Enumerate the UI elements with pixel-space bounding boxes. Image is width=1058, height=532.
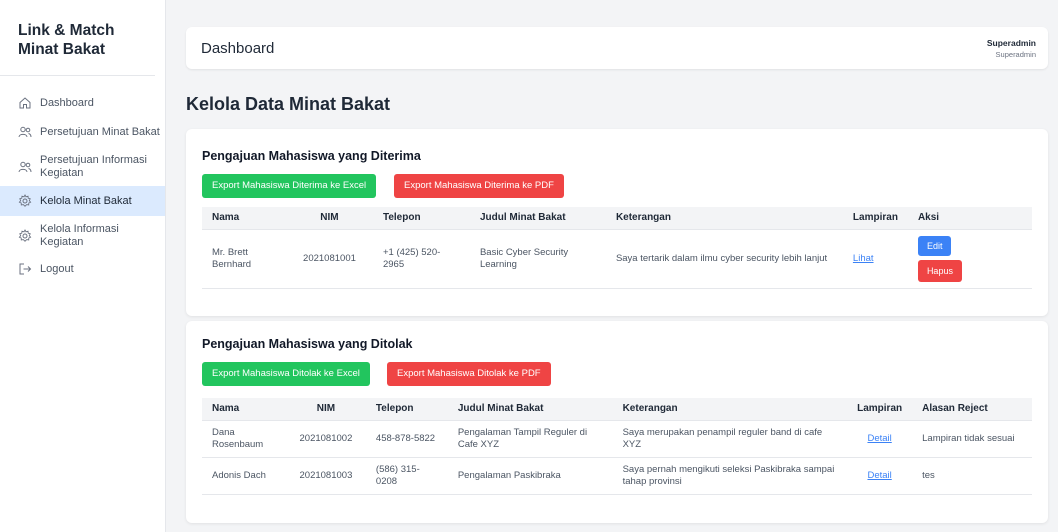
cell-nim: 2021081001	[285, 229, 373, 289]
cell-aksi: Edit Hapus	[907, 229, 1032, 289]
column-header: NIM	[285, 207, 373, 230]
column-header: Telepon	[365, 398, 448, 421]
column-header: Judul Minat Bakat	[469, 207, 606, 230]
export-rejected-pdf-button[interactable]: Export Mahasiswa Ditolak ke PDF	[387, 362, 551, 386]
gear-icon	[18, 194, 32, 208]
accepted-section: Pengajuan Mahasiswa yang Diterima Export…	[186, 129, 1048, 316]
column-header: Lampiran	[847, 398, 913, 421]
cell-alasan-reject: Lampiran tidak sesuai	[912, 420, 1032, 458]
cell-keterangan: Saya tertarik dalam ilmu cyber security …	[605, 229, 843, 289]
brand-line-1: Link & Match	[18, 22, 115, 39]
home-icon	[18, 96, 32, 110]
cell-telepon: 458-878-5822	[365, 420, 448, 458]
export-rejected-excel-button[interactable]: Export Mahasiswa Ditolak ke Excel	[202, 362, 370, 386]
sidebar-item-label: Kelola Informasi Kegiatan	[40, 223, 119, 248]
cell-judul: Pengalaman Paskibraka	[447, 457, 613, 495]
sidebar-item-persetujuan-minat-bakat[interactable]: Persetujuan Minat Bakat	[0, 116, 165, 148]
cell-judul: Pengalaman Tampil Reguler di Cafe XYZ	[447, 420, 613, 458]
sidebar-item-label: Logout	[40, 262, 74, 275]
cell-judul: Basic Cyber Security Learning	[469, 229, 606, 289]
cell-nim: 2021081002	[285, 420, 366, 458]
header-title: Dashboard	[201, 40, 275, 57]
cell-lampiran: Detail	[847, 457, 913, 495]
table-row: Dana Rosenbaum 2021081002 458-878-5822 P…	[202, 420, 1032, 458]
export-accepted-excel-button[interactable]: Export Mahasiswa Diterima ke Excel	[202, 174, 377, 198]
column-header: Nama	[202, 207, 286, 230]
cell-nama: Dana Rosenbaum	[202, 420, 286, 458]
top-header: Dashboard Superadmin Superadmin	[186, 27, 1048, 69]
accepted-table: Nama NIM Telepon Judul Minat Bakat Keter…	[202, 207, 1032, 289]
sidebar-item-persetujuan-informasi-kegiatan[interactable]: Persetujuan Informasi Kegiatan	[0, 148, 165, 186]
users-icon	[18, 160, 32, 174]
accepted-section-title: Pengajuan Mahasiswa yang Diterima	[202, 149, 421, 163]
logout-icon	[18, 262, 32, 276]
column-header: Lampiran	[842, 207, 908, 230]
cell-lampiran: Lihat	[842, 229, 908, 289]
table-header-row: Nama NIM Telepon Judul Minat Bakat Keter…	[202, 207, 1032, 230]
export-accepted-pdf-button[interactable]: Export Mahasiswa Diterima ke PDF	[394, 174, 564, 198]
sidebar-item-label: Kelola Minat Bakat	[40, 194, 132, 207]
rejected-section-title: Pengajuan Mahasiswa yang Ditolak	[202, 337, 413, 351]
user-name: Superadmin	[986, 38, 1036, 48]
table-row: Adonis Dach 2021081003 (586) 315-0208 Pe…	[202, 457, 1032, 495]
detail-link[interactable]: Detail	[867, 433, 891, 444]
user-role: Superadmin	[995, 50, 1036, 59]
table-header-row: Nama NIM Telepon Judul Minat Bakat Keter…	[202, 398, 1032, 421]
users-icon	[18, 125, 32, 139]
sidebar-item-label: Dashboard	[40, 96, 94, 109]
cell-telepon: +1 (425) 520-2965	[372, 229, 470, 289]
cell-alasan-reject: tes	[912, 457, 1032, 495]
sidebar-item-label: Persetujuan Minat Bakat	[40, 125, 160, 138]
column-header: Telepon	[372, 207, 470, 230]
detail-link[interactable]: Detail	[867, 470, 891, 481]
page-title: Kelola Data Minat Bakat	[186, 94, 391, 114]
user-profile[interactable]: Superadmin Superadmin	[987, 38, 1036, 59]
column-header: Keterangan	[605, 207, 843, 230]
column-header: Alasan Reject	[912, 398, 1032, 421]
rejected-table: Nama NIM Telepon Judul Minat Bakat Keter…	[202, 398, 1032, 495]
brand-logo[interactable]: Link & Match Minat Bakat	[0, 0, 155, 76]
cell-lampiran: Detail	[847, 420, 913, 458]
gear-icon	[18, 229, 32, 243]
column-header: NIM	[285, 398, 366, 421]
cell-telepon: (586) 315-0208	[365, 457, 448, 495]
column-header: Judul Minat Bakat	[447, 398, 613, 421]
sidebar-item-kelola-informasi-kegiatan[interactable]: Kelola Informasi Kegiatan	[0, 216, 165, 256]
sidebar-item-label: Persetujuan Informasi Kegiatan	[40, 154, 147, 179]
sidebar: Link & Match Minat Bakat Dashboard Perse…	[0, 0, 166, 532]
column-header: Keterangan	[612, 398, 848, 421]
hapus-button[interactable]: Hapus	[917, 259, 962, 282]
column-header: Aksi	[907, 207, 1032, 230]
rejected-section: Pengajuan Mahasiswa yang Ditolak Export …	[186, 321, 1048, 523]
cell-keterangan: Saya merupakan penampil reguler band di …	[612, 420, 848, 458]
cell-nama: Mr. Brett Bernhard	[202, 229, 286, 289]
cell-nim: 2021081003	[285, 457, 366, 495]
sidebar-item-logout[interactable]: Logout	[0, 256, 165, 282]
sidebar-item-dashboard[interactable]: Dashboard	[0, 90, 165, 116]
cell-nama: Adonis Dach	[202, 457, 286, 495]
edit-button[interactable]: Edit	[917, 235, 952, 256]
table-row: Mr. Brett Bernhard 2021081001 +1 (425) 5…	[202, 229, 1032, 289]
lihat-link[interactable]: Lihat	[853, 253, 874, 264]
sidebar-nav: Dashboard Persetujuan Minat Bakat Perset…	[0, 76, 165, 282]
cell-keterangan: Saya pernah mengikuti seleksi Paskibraka…	[612, 457, 848, 495]
brand-line-2: Minat Bakat	[18, 41, 105, 58]
sidebar-item-kelola-minat-bakat[interactable]: Kelola Minat Bakat	[0, 186, 165, 216]
column-header: Nama	[202, 398, 286, 421]
